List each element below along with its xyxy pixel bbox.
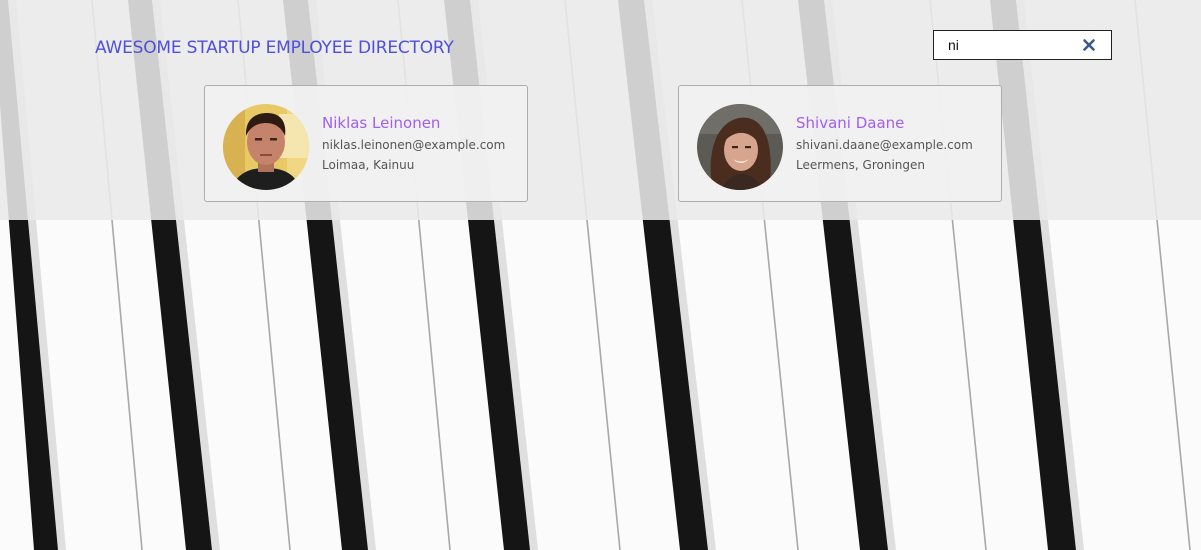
employee-card[interactable]: Shivani Daane shivani.daane@example.com … [678,85,1002,202]
employee-location: Leermens, Groningen [796,158,925,172]
employee-name: Niklas Leinonen [322,114,441,132]
close-icon[interactable] [1081,37,1097,53]
search-input[interactable] [934,31,1074,59]
search-box [933,30,1112,60]
page-title: AWESOME STARTUP EMPLOYEE DIRECTORY [95,38,454,58]
employee-info: Niklas Leinonen niklas.leinonen@example.… [322,113,522,175]
employee-card[interactable]: Niklas Leinonen niklas.leinonen@example.… [204,85,528,202]
employee-email: shivani.daane@example.com [796,138,973,152]
employee-email: niklas.leinonen@example.com [322,138,506,152]
employee-name: Shivani Daane [796,114,905,132]
employee-info: Shivani Daane shivani.daane@example.com … [796,113,996,175]
avatar [697,104,783,190]
avatar [223,104,309,190]
employee-location: Loimaa, Kainuu [322,158,415,172]
